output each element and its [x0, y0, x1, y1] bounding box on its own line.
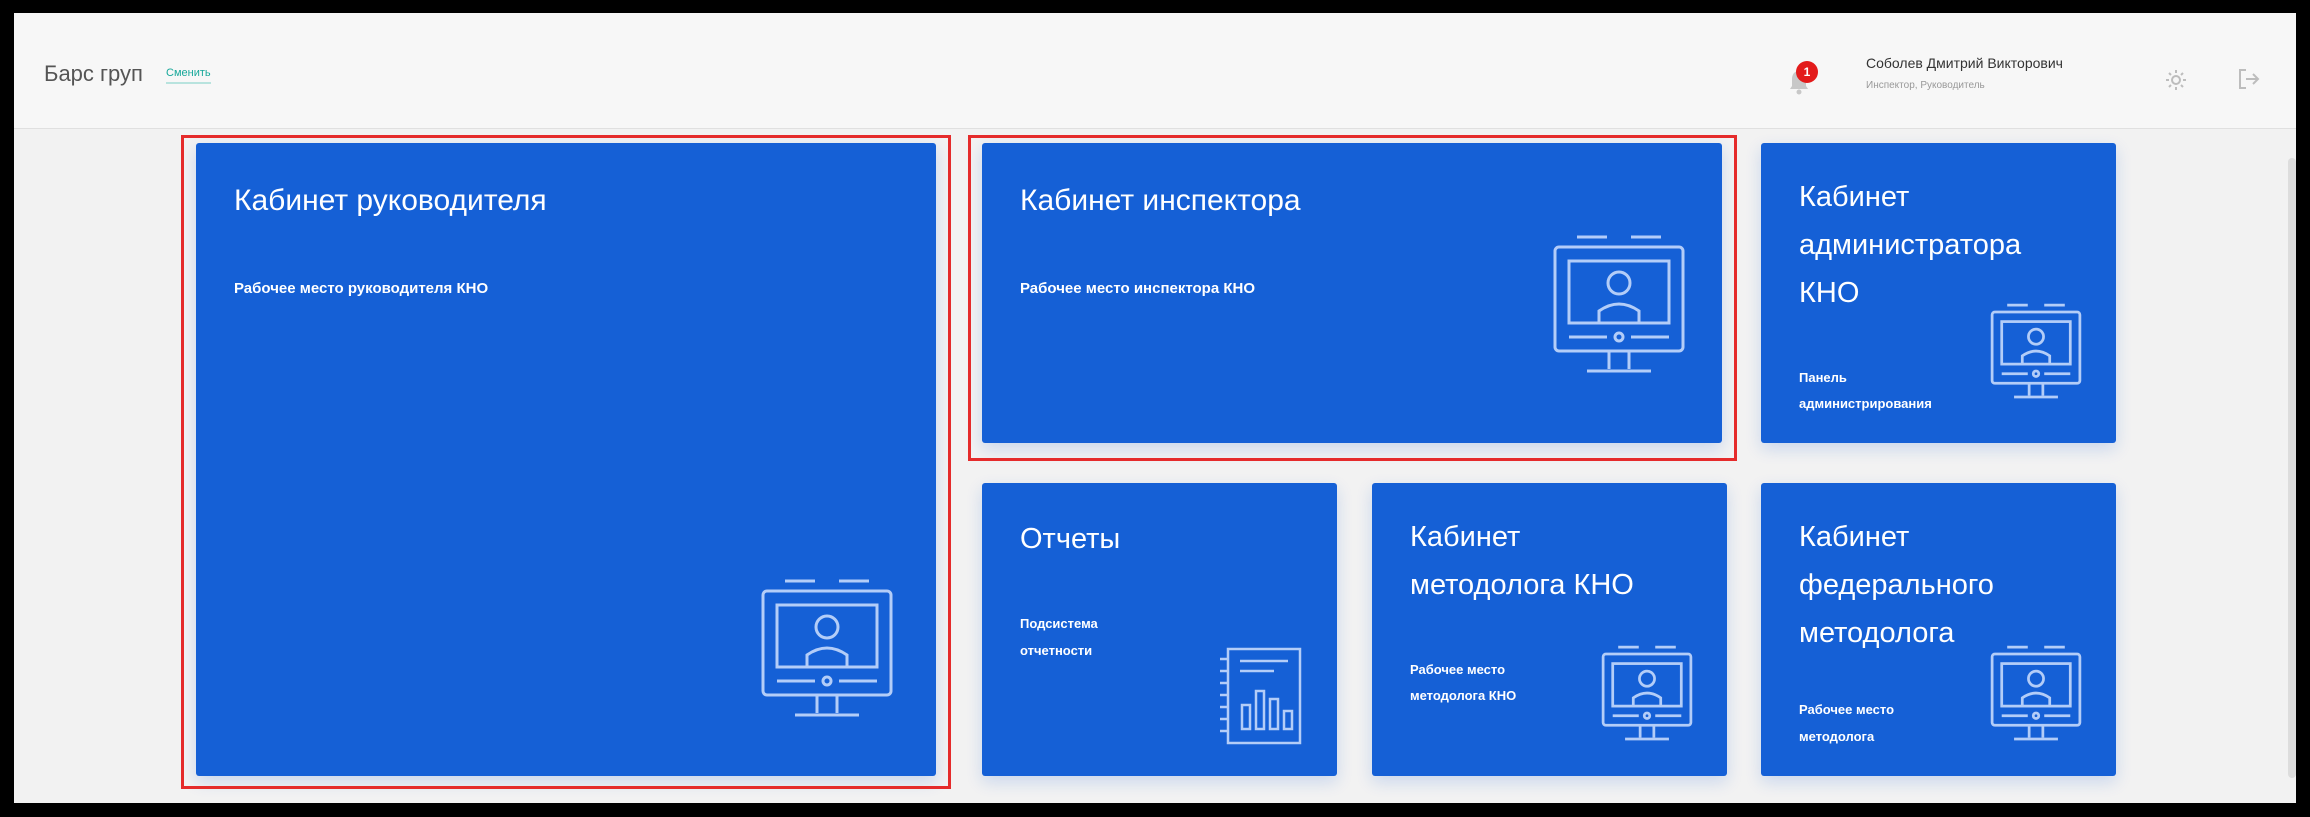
card-subtitle: Рабочее место инспектора КНО	[1020, 280, 1255, 297]
user-name: Соболев Дмитрий Викторович	[1866, 55, 2063, 71]
user-profile[interactable]: Соболев Дмитрий Викторович Инспектор, Ру…	[1866, 55, 2063, 91]
card-admin-cabinet[interactable]: Кабинет администратора КНО Панель админи…	[1761, 143, 2116, 443]
app-window: Барс груп Сменить 1 Соболев Дмитрий Викт…	[14, 13, 2296, 803]
card-title-line2: методолога КНО	[1410, 569, 1634, 601]
card-title-line1: Кабинет	[1799, 521, 1910, 553]
card-title: Кабинет инспектора	[1020, 184, 1301, 217]
card-inspector-cabinet[interactable]: Кабинет инспектора Рабочее место инспект…	[982, 143, 1722, 443]
card-title-line1: Кабинет	[1799, 181, 1910, 213]
monitor-person-icon	[1553, 235, 1685, 373]
gear-icon[interactable]	[2164, 68, 2188, 92]
card-subtitle: Рабочее место руководителя КНО	[234, 280, 489, 297]
card-director-cabinet[interactable]: Кабинет руководителя Рабочее место руков…	[196, 143, 936, 776]
card-methodologist-cabinet[interactable]: Кабинет методолога КНО Рабочее место мет…	[1372, 483, 1727, 776]
monitor-person-icon	[1990, 303, 2082, 399]
report-chart-icon	[1220, 647, 1302, 745]
monitor-person-icon	[761, 579, 893, 717]
card-title-line1: Кабинет	[1410, 521, 1521, 553]
monitor-person-icon	[1990, 645, 2082, 741]
monitor-person-icon	[1601, 645, 1693, 741]
top-bar: Барс груп Сменить 1 Соболев Дмитрий Викт…	[14, 13, 2296, 129]
notifications-button[interactable]: 1	[1784, 61, 1818, 97]
card-subtitle-line2: администрирования	[1799, 396, 1932, 411]
change-organization-link[interactable]: Сменить	[166, 67, 211, 84]
card-subtitle-line1: Панель	[1799, 370, 1847, 385]
card-title-line2: федерального	[1799, 569, 1994, 601]
card-subtitle-line1: Подсистема	[1020, 616, 1098, 631]
card-subtitle-line2: методолога	[1799, 729, 1875, 744]
card-subtitle-line2: методолога КНО	[1410, 688, 1517, 703]
card-subtitle-line1: Рабочее место	[1799, 702, 1895, 717]
card-title-line2: администратора	[1799, 229, 2022, 261]
organization-name: Барс груп	[44, 61, 143, 86]
card-title-line3: методолога	[1799, 617, 1955, 649]
card-subtitle-line2: отчетности	[1020, 643, 1093, 658]
notification-badge: 1	[1796, 61, 1818, 83]
card-title: Отчеты	[1020, 523, 1121, 555]
card-title-line3: КНО	[1799, 277, 1860, 309]
logout-icon[interactable]	[2236, 66, 2262, 92]
card-federal-methodologist-cabinet[interactable]: Кабинет федерального методолога Рабочее …	[1761, 483, 2116, 776]
scrollbar[interactable]	[2288, 158, 2296, 778]
card-subtitle-line1: Рабочее место	[1410, 662, 1506, 677]
user-role: Инспектор, Руководитель	[1866, 80, 1985, 91]
card-title: Кабинет руководителя	[234, 184, 547, 217]
card-reports[interactable]: Отчеты Подсистема отчетности	[982, 483, 1337, 776]
